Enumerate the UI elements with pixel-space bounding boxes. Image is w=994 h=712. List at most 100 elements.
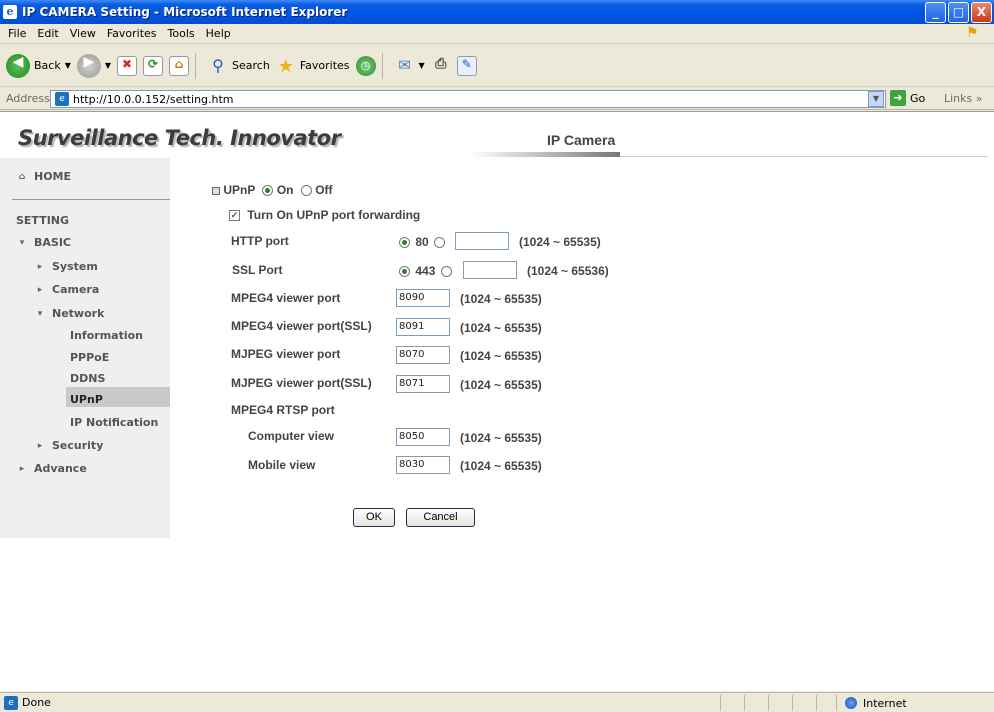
status-cells xyxy=(720,695,838,711)
window-title: IP CAMERA Setting - Microsoft Internet E… xyxy=(22,5,348,19)
status-cell xyxy=(816,695,838,711)
ok-button[interactable]: OK xyxy=(353,508,395,527)
favorites-button[interactable]: ★ Favorites xyxy=(276,51,350,81)
address-bar: Address e http://10.0.0.152/setting.htm … xyxy=(0,88,994,110)
ssl-port-range: (1024 ~ 65536) xyxy=(527,264,609,278)
mpeg4-viewer-port-input[interactable]: 8090 xyxy=(396,289,450,307)
browser-window: e IP CAMERA Setting - Microsoft Internet… xyxy=(0,0,994,712)
computer-view-port-range: (1024 ~ 65535) xyxy=(460,431,542,445)
http-port-default-radio[interactable] xyxy=(399,237,410,249)
history-icon: ◷ xyxy=(355,55,376,76)
forward-arrow-icon: ▶ xyxy=(76,53,101,78)
status-cell xyxy=(768,695,790,711)
menu-tools[interactable]: Tools xyxy=(168,27,195,40)
mpeg4-viewer-ssl-port-range: (1024 ~ 65535) xyxy=(460,321,542,335)
search-icon: ⚲ xyxy=(212,55,224,75)
refresh-button[interactable]: ⟳ xyxy=(143,51,164,81)
print-button[interactable]: ⎙ xyxy=(431,51,451,81)
ssl-port-default-radio[interactable] xyxy=(399,266,410,278)
ie-icon: e xyxy=(3,5,17,19)
port-forwarding-checkbox[interactable]: ✓ xyxy=(229,210,240,222)
menu-edit[interactable]: Edit xyxy=(37,27,58,40)
menu-file[interactable]: File xyxy=(8,27,26,40)
status-cell xyxy=(744,695,766,711)
upnp-off-radio[interactable] xyxy=(300,185,312,197)
ssl-port-default-row: 443 xyxy=(399,264,452,278)
back-dropdown-icon[interactable]: ▼ xyxy=(65,61,71,70)
address-dropdown-icon[interactable]: ▼ xyxy=(868,91,884,107)
favorites-label: Favorites xyxy=(299,59,350,72)
status-cell xyxy=(720,695,742,711)
history-button[interactable]: ◷ xyxy=(355,51,376,81)
mjpeg-viewer-port-label: MJPEG viewer port xyxy=(231,347,341,361)
search-button[interactable]: ⚲ Search xyxy=(208,51,270,81)
toolbar: ◀ Back ▼ ▶ ▼ ✖ ⟳ ⌂ ⚲ Search ★ Favorites … xyxy=(0,45,994,87)
upnp-off-label: Off xyxy=(315,183,333,197)
ssl-port-input[interactable] xyxy=(463,261,517,279)
maximize-button[interactable]: □ xyxy=(948,2,969,23)
status-cell xyxy=(792,695,814,711)
zone-label: Internet xyxy=(863,696,907,710)
upnp-settings-form: UPnP On Off ✓ Turn On UPnP port forwardi… xyxy=(0,112,994,692)
ssl-port-custom-radio[interactable] xyxy=(440,266,452,278)
star-icon: ★ xyxy=(277,55,294,77)
mjpeg-viewer-port-input[interactable]: 8070 xyxy=(396,346,450,364)
links-button[interactable]: Links » xyxy=(944,92,983,105)
print-icon: ⎙ xyxy=(435,55,447,72)
menu-bar: File Edit View Favorites Tools Help ⚑ xyxy=(0,24,994,44)
cancel-button[interactable]: Cancel xyxy=(406,508,475,527)
toolbar-separator xyxy=(381,52,383,79)
http-port-default-label: 80 xyxy=(415,235,429,249)
mpeg4-viewer-ssl-port-input[interactable]: 8091 xyxy=(396,318,450,336)
http-port-input[interactable] xyxy=(455,232,509,250)
go-button[interactable]: ➜ Go xyxy=(890,90,925,106)
security-zone: Internet xyxy=(836,695,907,711)
mobile-view-port-input[interactable]: 8030 xyxy=(396,456,450,474)
search-label: Search xyxy=(232,59,270,72)
close-button[interactable]: X xyxy=(971,2,992,23)
computer-view-port-input[interactable]: 8050 xyxy=(396,428,450,446)
mobile-view-label: Mobile view xyxy=(248,458,316,472)
windows-logo-icon: ⚑ xyxy=(966,25,979,41)
back-arrow-icon: ◀ xyxy=(6,53,30,78)
computer-view-label: Computer view xyxy=(248,429,335,443)
mail-dropdown-icon[interactable]: ▼ xyxy=(419,61,425,70)
window-controls: _ □ X xyxy=(925,2,992,23)
address-input[interactable]: e http://10.0.0.152/setting.htm xyxy=(50,90,886,108)
port-forwarding-label: Turn On UPnP port forwarding xyxy=(247,208,421,222)
mjpeg-viewer-ssl-port-range: (1024 ~ 65535) xyxy=(460,378,542,392)
page-icon: e xyxy=(55,92,69,106)
stop-button[interactable]: ✖ xyxy=(117,51,138,81)
go-arrow-icon: ➜ xyxy=(890,90,906,106)
refresh-icon: ⟳ xyxy=(143,55,164,76)
minimize-button[interactable]: _ xyxy=(925,2,946,23)
page-content: Surveillance Tech. Innovator IP Camera ⌂… xyxy=(0,111,994,691)
upnp-toggle-row: UPnP On Off xyxy=(212,183,333,197)
back-button[interactable]: ◀ Back ▼ xyxy=(6,51,71,81)
edit-button[interactable]: ✎ xyxy=(456,51,477,81)
upnp-bullet-icon xyxy=(212,186,220,195)
mjpeg-viewer-ssl-port-input[interactable]: 8071 xyxy=(396,375,450,393)
menu-view[interactable]: View xyxy=(70,27,96,40)
forward-button[interactable]: ▶ ▼ xyxy=(76,51,111,81)
mobile-view-port-range: (1024 ~ 65535) xyxy=(460,459,542,473)
menu-favorites[interactable]: Favorites xyxy=(107,27,157,40)
mpeg4-viewer-port-label: MPEG4 viewer port xyxy=(231,291,341,305)
home-button[interactable]: ⌂ xyxy=(169,51,190,81)
page-done-icon: e xyxy=(4,695,18,710)
forward-dropdown-icon[interactable]: ▼ xyxy=(105,61,111,70)
upnp-on-radio[interactable] xyxy=(262,185,274,197)
mpeg4-viewer-port-range: (1024 ~ 65535) xyxy=(460,292,542,306)
title-bar: e IP CAMERA Setting - Microsoft Internet… xyxy=(0,0,994,24)
links-label: Links xyxy=(944,92,973,105)
menu-help[interactable]: Help xyxy=(206,27,231,40)
port-forwarding-row: ✓ Turn On UPnP port forwarding xyxy=(229,208,420,222)
status-text: Done xyxy=(22,696,51,709)
ssl-port-default-label: 443 xyxy=(415,264,436,278)
edit-page-icon: ✎ xyxy=(456,55,477,76)
go-label: Go xyxy=(910,91,926,105)
mail-button[interactable]: ✉ ▼ xyxy=(395,51,425,81)
globe-icon xyxy=(845,697,857,709)
http-port-custom-radio[interactable] xyxy=(434,237,446,249)
toolbar-separator xyxy=(195,52,197,79)
